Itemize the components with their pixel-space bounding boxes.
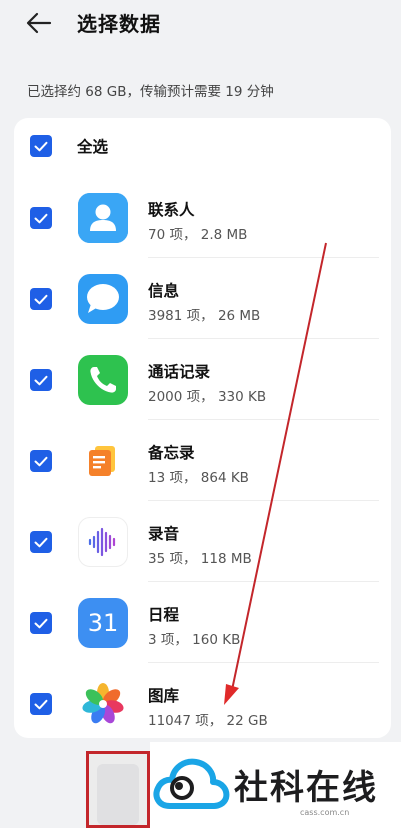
arrow-left-icon	[26, 12, 52, 34]
item-name: 联系人	[148, 201, 195, 219]
item-meta: 2000 项， 330 KB	[148, 389, 267, 405]
item-name: 信息	[148, 282, 180, 300]
list-item-notes[interactable]: 备忘录 13 项， 864 KB	[14, 421, 391, 501]
back-button[interactable]	[22, 8, 56, 38]
item-checkbox[interactable]	[30, 693, 52, 715]
select-all-label: 全选	[77, 138, 109, 156]
item-checkbox[interactable]	[30, 531, 52, 553]
list-item-messages[interactable]: 信息 3981 项， 26 MB	[14, 259, 391, 339]
divider	[148, 257, 379, 258]
transfer-summary: 已选择约 68 GB，传输预计需要 19 分钟	[27, 84, 274, 100]
checkmark-icon	[34, 141, 48, 151]
item-meta: 70 项， 2.8 MB	[148, 227, 248, 243]
recorder-icon	[78, 517, 128, 567]
item-meta: 11047 项， 22 GB	[148, 713, 268, 729]
checkmark-icon	[34, 537, 48, 547]
item-meta: 3981 项， 26 MB	[148, 308, 261, 324]
checkmark-icon	[34, 375, 48, 385]
item-meta: 3 项， 160 KB	[148, 632, 241, 648]
watermark-logo: 社科在线 cass.com.cn	[150, 742, 401, 828]
checkmark-icon	[34, 213, 48, 223]
data-selection-card: 全选 联系人 70 项， 2.8 MB 信息 3981 项， 26 MB 通话记…	[14, 118, 391, 738]
list-item-call-log[interactable]: 通话记录 2000 项， 330 KB	[14, 340, 391, 420]
item-checkbox[interactable]	[30, 207, 52, 229]
divider	[148, 419, 379, 420]
checkmark-icon	[34, 456, 48, 466]
checkmark-icon	[34, 294, 48, 304]
divider	[148, 500, 379, 501]
checkmark-icon	[34, 699, 48, 709]
phone-icon	[78, 355, 128, 405]
item-name: 图库	[148, 687, 180, 705]
watermark-text: 社科在线	[234, 768, 378, 808]
divider	[148, 338, 379, 339]
list-item-recorder[interactable]: 录音 35 项， 118 MB	[14, 502, 391, 582]
gallery-icon	[78, 679, 128, 729]
divider	[148, 662, 379, 663]
item-name: 备忘录	[148, 444, 195, 462]
item-name: 录音	[148, 525, 180, 543]
highlighted-button-area[interactable]	[86, 751, 150, 828]
calendar-icon: 31	[78, 598, 128, 648]
item-meta: 13 项， 864 KB	[148, 470, 249, 486]
checkmark-icon	[34, 618, 48, 628]
list-item-contacts[interactable]: 联系人 70 项， 2.8 MB	[14, 178, 391, 258]
item-name: 日程	[148, 606, 180, 624]
page-title: 选择数据	[77, 12, 161, 36]
contacts-icon	[78, 193, 128, 243]
item-checkbox[interactable]	[30, 612, 52, 634]
select-all-row[interactable]: 全选	[14, 118, 391, 174]
list-item-calendar[interactable]: 31 日程 3 项， 160 KB	[14, 583, 391, 663]
item-checkbox[interactable]	[30, 369, 52, 391]
divider	[148, 581, 379, 582]
cloud-eye-icon	[153, 758, 230, 809]
watermark-subtext: cass.com.cn	[300, 808, 350, 817]
select-all-checkbox[interactable]	[30, 135, 52, 157]
bottom-button[interactable]	[97, 764, 139, 825]
messages-icon	[78, 274, 128, 324]
calendar-day: 31	[87, 609, 119, 637]
item-meta: 35 项， 118 MB	[148, 551, 252, 567]
item-name: 通话记录	[148, 363, 211, 381]
notes-icon	[78, 436, 128, 486]
list-item-gallery[interactable]: 图库 11047 项， 22 GB	[14, 664, 391, 738]
item-checkbox[interactable]	[30, 450, 52, 472]
item-checkbox[interactable]	[30, 288, 52, 310]
top-bar: 选择数据	[0, 0, 401, 46]
